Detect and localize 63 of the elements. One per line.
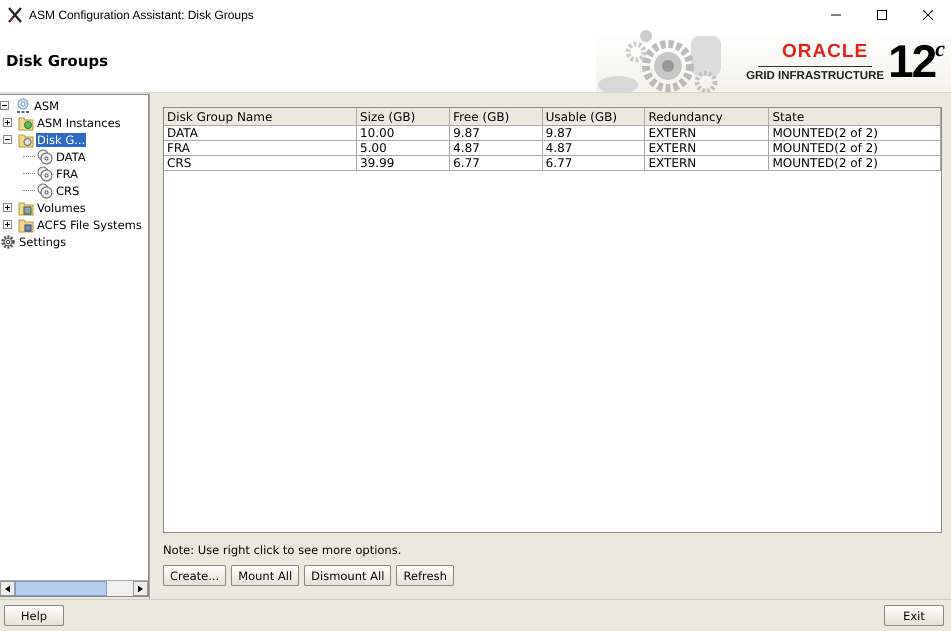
action-button[interactable]: Refresh	[396, 565, 454, 586]
tree-item[interactable]: ACFS File Systems	[36, 218, 143, 232]
disk-icon	[37, 182, 53, 198]
column-header[interactable]: Usable (GB)	[542, 108, 645, 126]
page-title: Disk Groups	[6, 52, 108, 70]
table-cell: MOUNTED(2 of 2)	[768, 156, 940, 170]
column-header[interactable]: Disk Group Name	[164, 108, 356, 126]
disk-icon	[37, 148, 53, 164]
tree-item[interactable]: ASM Instances	[36, 116, 122, 130]
tree-item[interactable]: FRA	[55, 166, 80, 180]
table-cell: MOUNTED(2 of 2)	[768, 140, 940, 156]
column-header[interactable]: Redundancy	[644, 108, 769, 126]
folder-icon	[18, 132, 34, 148]
table-cell: 4.87	[542, 140, 645, 156]
table-cell: DATA	[164, 126, 356, 140]
folder-icon	[18, 200, 34, 216]
maximize-icon	[877, 10, 887, 20]
left-arrow-icon[interactable]	[5, 584, 10, 592]
table-cell: 9.87	[450, 126, 542, 140]
tree-item[interactable]: ASM	[33, 98, 60, 112]
collapse-toggle[interactable]	[3, 134, 13, 144]
table-cell: EXTERN	[644, 140, 769, 156]
table-cell: FRA	[164, 140, 356, 156]
window-title: ASM Configuration Assistant: Disk Groups	[29, 8, 254, 22]
expand-toggle[interactable]	[3, 202, 13, 212]
column-header[interactable]: Free (GB)	[450, 108, 542, 126]
disk-icon	[37, 166, 53, 182]
folder-icon	[18, 114, 34, 130]
tree-item[interactable]: Disk G...	[36, 132, 86, 146]
action-button[interactable]: Mount All	[231, 565, 300, 586]
action-button[interactable]: Create...	[163, 565, 226, 586]
database-icon	[15, 98, 31, 114]
tree-item[interactable]: Settings	[18, 234, 68, 248]
help-button[interactable]: Help	[4, 605, 64, 626]
app-icon	[7, 7, 23, 23]
table-cell: 6.77	[542, 156, 645, 170]
table-cell: MOUNTED(2 of 2)	[768, 126, 940, 140]
action-button[interactable]: Dismount All	[304, 565, 392, 586]
expand-toggle[interactable]	[3, 220, 13, 230]
table-cell: 10.00	[356, 126, 450, 140]
right-arrow-icon[interactable]	[138, 584, 143, 592]
column-header[interactable]: State	[768, 108, 940, 126]
table-cell: 6.77	[450, 156, 542, 170]
tree-item[interactable]: DATA	[55, 150, 87, 164]
table-cell: 5.00	[356, 140, 450, 156]
collapse-toggle[interactable]	[0, 100, 10, 110]
horizontal-scrollbar[interactable]	[0, 580, 148, 596]
table-cell: EXTERN	[644, 126, 769, 140]
exit-button[interactable]: Exit	[884, 605, 944, 626]
table-cell: EXTERN	[644, 156, 769, 170]
table-cell: 9.87	[542, 126, 645, 140]
column-header[interactable]: Size (GB)	[356, 108, 450, 126]
table-cell: 39.99	[356, 156, 450, 170]
table-cell: CRS	[164, 156, 356, 170]
expand-toggle[interactable]	[3, 118, 13, 128]
product-name: GRID INFRASTRUCTURE	[746, 68, 884, 82]
brand-logo: ORACLE	[758, 40, 872, 66]
table-cell: 4.87	[450, 140, 542, 156]
note-text: Note: Use right click to see more options.	[163, 543, 402, 557]
folder-icon	[18, 216, 34, 232]
tree-item[interactable]: Volumes	[36, 200, 87, 214]
close-icon	[923, 10, 933, 20]
tree-item[interactable]: CRS	[55, 184, 80, 198]
